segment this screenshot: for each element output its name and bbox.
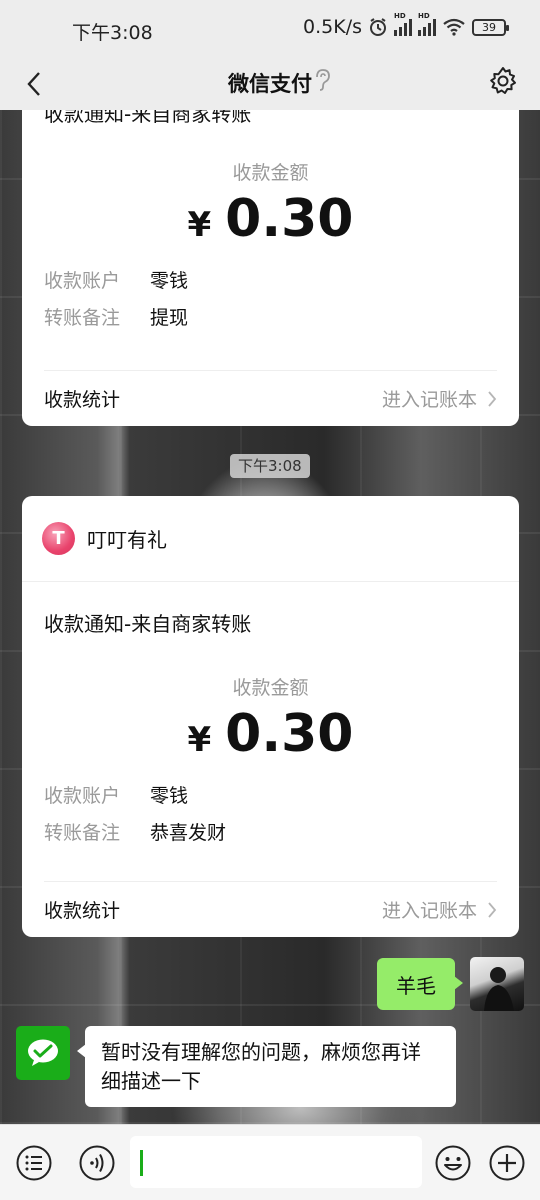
amount-value: 0.30 — [225, 704, 354, 764]
detail-row: 转账备注 提现 — [22, 298, 519, 335]
stats-label: 收款统计 — [44, 389, 121, 411]
detail-key: 收款账户 — [44, 270, 121, 292]
chevron-right-icon — [488, 390, 497, 407]
status-indicators: 0.5K/s HD HD 39 — [303, 12, 509, 38]
message-bubble-outgoing[interactable]: 羊毛 — [377, 958, 463, 1010]
chat-input-bar — [0, 1124, 540, 1200]
payment-card-2[interactable]: T 叮叮有礼 收款通知-来自商家转账 收款金额 ¥ 0.30 收款账户 零钱 转… — [22, 496, 519, 937]
ledger-link[interactable]: 进入记账本 — [382, 385, 497, 412]
detail-key: 转账备注 — [44, 822, 121, 844]
detail-value: 零钱 — [150, 785, 189, 807]
card-title: 收款通知-来自商家转账 — [44, 612, 252, 636]
menu-list-icon[interactable] — [15, 1144, 53, 1182]
chevron-right-icon — [488, 901, 497, 918]
ledger-link-label: 进入记账本 — [381, 389, 477, 411]
detail-row: 转账备注 恭喜发财 — [22, 813, 519, 850]
voice-icon[interactable] — [78, 1144, 116, 1182]
detail-value: 提现 — [150, 307, 189, 329]
brand-logo-icon: T — [42, 522, 75, 555]
gear-icon[interactable] — [488, 66, 518, 96]
currency-symbol: ¥ — [187, 720, 212, 760]
card-footer[interactable]: 收款统计 进入记账本 — [44, 370, 497, 426]
wechat-pay-avatar[interactable] — [16, 1026, 70, 1080]
ear-icon — [316, 69, 330, 91]
detail-value: 零钱 — [150, 270, 189, 292]
stats-label: 收款统计 — [44, 900, 121, 922]
card-header[interactable]: T 叮叮有礼 — [22, 496, 519, 582]
card-footer[interactable]: 收款统计 进入记账本 — [44, 881, 497, 937]
ledger-link-label: 进入记账本 — [381, 900, 477, 922]
amount-label: 收款金额 — [232, 677, 309, 699]
ledger-link[interactable]: 进入记账本 — [382, 896, 497, 923]
detail-key: 转账备注 — [44, 307, 121, 329]
user-avatar[interactable] — [470, 957, 524, 1011]
alarm-icon — [370, 18, 386, 36]
detail-key: 收款账户 — [44, 785, 121, 807]
message-bubble-incoming[interactable]: 暂时没有理解您的问题，麻烦您再详细描述一下 — [77, 1026, 456, 1107]
amount-label: 收款金额 — [232, 162, 309, 184]
page-title: 微信支付 — [228, 72, 312, 96]
person-silhouette-icon — [484, 967, 514, 1011]
plus-icon[interactable] — [488, 1144, 526, 1182]
wifi-icon — [443, 18, 465, 36]
signal-icon: HD — [394, 12, 412, 36]
brand-name: 叮叮有礼 — [87, 528, 167, 552]
network-speed: 0.5K/s — [303, 16, 362, 38]
detail-value: 恭喜发财 — [150, 822, 227, 844]
detail-row: 收款账户 零钱 — [22, 776, 519, 813]
currency-symbol: ¥ — [187, 205, 212, 245]
signal-icon: HD — [418, 12, 436, 36]
amount-row: ¥ 0.30 — [22, 704, 519, 764]
amount-row: ¥ 0.30 — [22, 189, 519, 249]
status-bar: 下午3:08 0.5K/s HD HD 39 — [0, 0, 540, 58]
payment-card-1[interactable]: 收款通知-来自商家转账 收款金额 ¥ 0.30 收款账户 零钱 转账备注 提现 … — [22, 80, 519, 426]
nav-bar: 微信支付 — [0, 58, 540, 110]
wechat-pay-icon — [28, 1039, 58, 1066]
chat-timestamp: 下午3:08 — [230, 454, 310, 478]
text-caret — [140, 1150, 143, 1176]
status-time: 下午3:08 — [72, 22, 153, 44]
amount-value: 0.30 — [225, 189, 354, 249]
emoji-icon[interactable] — [434, 1144, 472, 1182]
message-input[interactable] — [130, 1136, 422, 1188]
battery-indicator: 39 — [472, 18, 509, 36]
detail-row: 收款账户 零钱 — [22, 261, 519, 298]
